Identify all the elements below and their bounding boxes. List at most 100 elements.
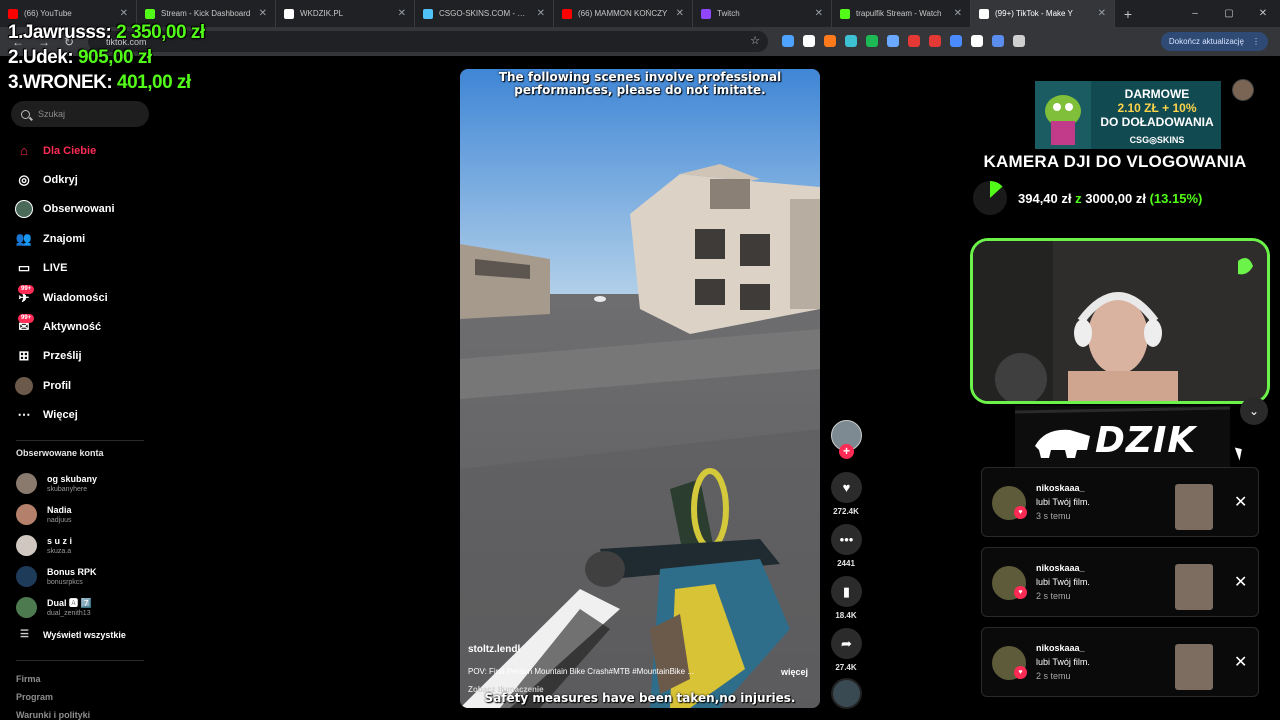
close-icon[interactable]: ✕: [954, 8, 962, 19]
extension-icon[interactable]: [782, 35, 794, 47]
close-icon[interactable]: ✕: [120, 8, 128, 19]
dzik-logo-banner: DZIK: [1015, 406, 1230, 468]
close-icon[interactable]: ✕: [1234, 652, 1247, 672]
compass-icon: ◎: [18, 172, 30, 188]
close-window-icon[interactable]: ✕: [1246, 8, 1280, 19]
leaderboard-row: 3.WRONEK: 401,00 zł: [8, 70, 205, 95]
update-button-label: Dokończ aktualizację: [1168, 37, 1244, 46]
sidebar-item-label: Więcej: [43, 409, 78, 422]
leaderboard-amount: 905,00 zł: [77, 47, 152, 68]
footer-link[interactable]: Warunki i polityki: [16, 706, 90, 720]
followed-account[interactable]: Nadia nadjuus: [16, 499, 146, 530]
browser-tab[interactable]: (99+) TikTok - Make Y ✕: [971, 0, 1115, 27]
video-thumbnail[interactable]: [1175, 564, 1213, 610]
like-button[interactable]: ♥: [831, 472, 862, 503]
video-thumbnail[interactable]: [1175, 644, 1213, 690]
notification-user[interactable]: nikoskaaa_: [1036, 563, 1085, 573]
video-description: POV: First Person Mountain Bike Crash#MT…: [468, 667, 695, 676]
share-button[interactable]: ➦: [831, 628, 862, 659]
sidebar-item-upload[interactable]: ⊞ Prześlij: [14, 342, 144, 371]
leaderboard-name: Udek:: [22, 47, 74, 68]
minimize-icon[interactable]: –: [1178, 8, 1212, 19]
sidebar-item-friends[interactable]: 👥 Znajomi: [14, 224, 144, 253]
search-input[interactable]: Szukaj: [11, 101, 149, 127]
video-player[interactable]: The following scenes involve professiona…: [460, 69, 820, 708]
close-icon[interactable]: ✕: [259, 8, 267, 19]
followed-account[interactable]: Bonus RPK bonusrpkcs: [16, 561, 146, 592]
close-icon[interactable]: ✕: [1234, 492, 1247, 512]
video-thumbnail[interactable]: [1175, 484, 1213, 530]
goal-target: 3000,00 zł: [1085, 190, 1146, 206]
extension-icon[interactable]: [845, 35, 857, 47]
tab-title: (66) MAMMON KOŃCZY: [578, 9, 668, 18]
account-username: bonusrpkcs: [47, 578, 83, 586]
close-icon[interactable]: ✕: [537, 8, 545, 19]
follow-plus-icon[interactable]: +: [839, 444, 854, 459]
extension-icon[interactable]: [803, 35, 815, 47]
followed-account[interactable]: s u z i skuza.a: [16, 530, 146, 561]
search-placeholder: Szukaj: [38, 109, 66, 119]
chevron-down-icon[interactable]: ⌄: [1240, 397, 1268, 425]
music-disc-icon[interactable]: [831, 678, 862, 709]
new-tab-button[interactable]: +: [1115, 6, 1141, 22]
save-button[interactable]: ▮: [831, 576, 862, 607]
browser-tab[interactable]: trapulfik Stream - Watch ✕: [832, 0, 971, 27]
extension-icon[interactable]: [929, 35, 941, 47]
like-count: 272.4K: [833, 507, 859, 516]
browser-tab[interactable]: CSGO-SKINS.COM - Najle ✕: [415, 0, 554, 27]
notification-user[interactable]: nikoskaaa_: [1036, 643, 1085, 653]
update-button[interactable]: Dokończ aktualizację ⋮: [1160, 32, 1268, 51]
sidebar-item-more[interactable]: ⋯ Więcej: [14, 401, 144, 430]
menu-dots-icon[interactable]: ⋮: [1252, 37, 1260, 46]
leaderboard-name: Jawrusss:: [22, 22, 112, 43]
close-icon[interactable]: ✕: [1234, 572, 1247, 592]
close-icon[interactable]: ✕: [1098, 8, 1106, 19]
account-text: Bonus RPK bonusrpkcs: [47, 567, 97, 587]
extension-icon[interactable]: [950, 35, 962, 47]
browser-tab[interactable]: WKDZIK.PL ✕: [276, 0, 415, 27]
extension-icon[interactable]: [824, 35, 836, 47]
sidebar-item-messages[interactable]: ✈ 99+ Wiadomości: [14, 283, 144, 312]
footer-link[interactable]: Firma: [16, 670, 90, 688]
sidebar-item-label: Prześlij: [43, 350, 82, 363]
bookmark-star-icon[interactable]: ☆: [750, 34, 760, 47]
leaderboard-rank: 2.: [8, 47, 23, 68]
account-text: Nadia nadjuus: [47, 505, 72, 525]
extension-icon[interactable]: [887, 35, 899, 47]
video-author[interactable]: stoltz.lendl: [468, 644, 520, 655]
account-username: skuza.a: [47, 547, 72, 555]
browser-tab[interactable]: (66) MAMMON KOŃCZY ✕: [554, 0, 693, 27]
extension-icon[interactable]: [866, 35, 878, 47]
extension-icon[interactable]: [1013, 35, 1025, 47]
see-more-link[interactable]: więcej: [781, 667, 808, 677]
close-icon[interactable]: ✕: [815, 8, 823, 19]
sidebar-item-live[interactable]: ▭ LIVE: [14, 254, 144, 283]
sidebar-item-activity[interactable]: ✉ 99+ Aktywność: [14, 312, 144, 341]
sidebar-item-compass[interactable]: ◎ Odkryj: [14, 165, 144, 194]
extension-icon[interactable]: [908, 35, 920, 47]
live-icon: ▭: [17, 260, 31, 276]
notification-badge: 99+: [18, 314, 35, 324]
see-all-link[interactable]: ☰ Wyświetl wszystkie: [20, 629, 126, 640]
maximize-icon[interactable]: ▢: [1212, 8, 1246, 19]
save-count: 18.4K: [835, 611, 857, 620]
tab-favicon-icon: [562, 8, 572, 19]
followed-account[interactable]: Dual 🅰 7️⃣ dual_zenith13: [16, 592, 146, 623]
close-icon[interactable]: ✕: [676, 8, 684, 19]
sidebar-item-profile[interactable]: Profil: [14, 371, 144, 400]
ad-line-3: DO DOŁADOWANIA: [1100, 115, 1214, 129]
browser-tab[interactable]: Twitch ✕: [693, 0, 832, 27]
sidebar-item-following[interactable]: Obserwowani: [14, 195, 144, 224]
extension-icon[interactable]: [971, 35, 983, 47]
profile-avatar[interactable]: [1232, 79, 1254, 101]
footer-link[interactable]: Program: [16, 688, 90, 706]
extension-icon[interactable]: [992, 35, 1004, 47]
notification-user[interactable]: nikoskaaa_: [1036, 483, 1085, 493]
followed-account[interactable]: og skubany skubanyhere: [16, 468, 146, 499]
comment-button[interactable]: •••: [831, 524, 862, 555]
notification-card: ♥ nikoskaaa_ lubi Twój film. 3 s temu ✕: [981, 467, 1259, 537]
sidebar-item-home[interactable]: ⌂ Dla Ciebie: [14, 136, 144, 165]
sidebar-item-label: Dla Ciebie: [43, 144, 97, 157]
goal-separator: z: [1075, 190, 1082, 206]
close-icon[interactable]: ✕: [398, 8, 406, 19]
